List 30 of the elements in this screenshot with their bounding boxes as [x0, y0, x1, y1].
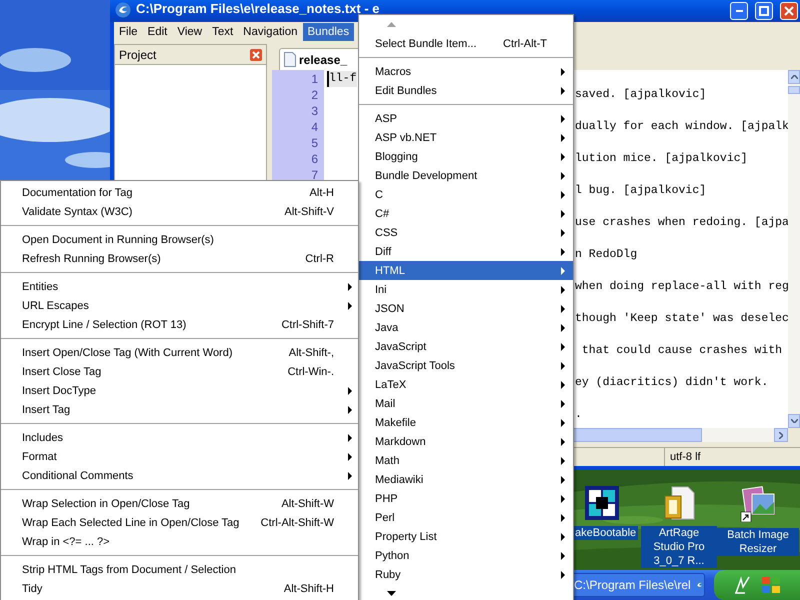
code-line: n RedoDlg [575, 247, 638, 263]
line-number: 7 [310, 167, 319, 183]
shortcut-text: Ctrl-Shift-7 [281, 318, 334, 330]
code-line: saved. [ajpalkovic] [575, 87, 706, 103]
shortcut-text: Ctrl-Win-. [288, 366, 334, 378]
code-line: lution mice. [ajpalkovic] [575, 151, 748, 167]
line-number: 5 [310, 135, 319, 151]
encoding-status: utf-8 lf [664, 448, 800, 466]
line-number: 3 [310, 103, 319, 119]
line-number: 1 [310, 71, 319, 87]
code-line: ey (diacritics) didn't work. [575, 375, 768, 391]
code-line: when doing replace-all with reg [575, 279, 788, 295]
code-line: dually for each window. [ajpalk [575, 119, 788, 135]
shortcut-text: Alt-Shift-H [284, 582, 334, 594]
shortcut-text: Alt-Shift-W [281, 498, 334, 510]
shortcut-text: Ctrl-Alt-T [503, 38, 547, 50]
shortcut-text: Alt-Shift-V [284, 206, 334, 218]
code-line: . [575, 407, 582, 423]
code-line: that could cause crashes with [580, 343, 782, 359]
window-title: C:\Program Files\e\release_notes.txt - e [136, 2, 380, 16]
shortcut-text: Ctrl-R [305, 252, 334, 264]
line-number: 6 [310, 151, 319, 167]
code-line: though 'Keep state' was deselec [575, 311, 788, 327]
shortcut-text: Ctrl-Alt-Shift-W [260, 516, 334, 528]
shortcut-text: Alt-Shift-, [288, 346, 334, 358]
code-line: l bug. [ajpalkovic] [575, 183, 706, 199]
shortcut-text: Alt-H [310, 186, 334, 198]
line-number: 2 [310, 87, 319, 103]
panel-title: Project [119, 48, 156, 62]
line-number: 4 [310, 119, 319, 135]
